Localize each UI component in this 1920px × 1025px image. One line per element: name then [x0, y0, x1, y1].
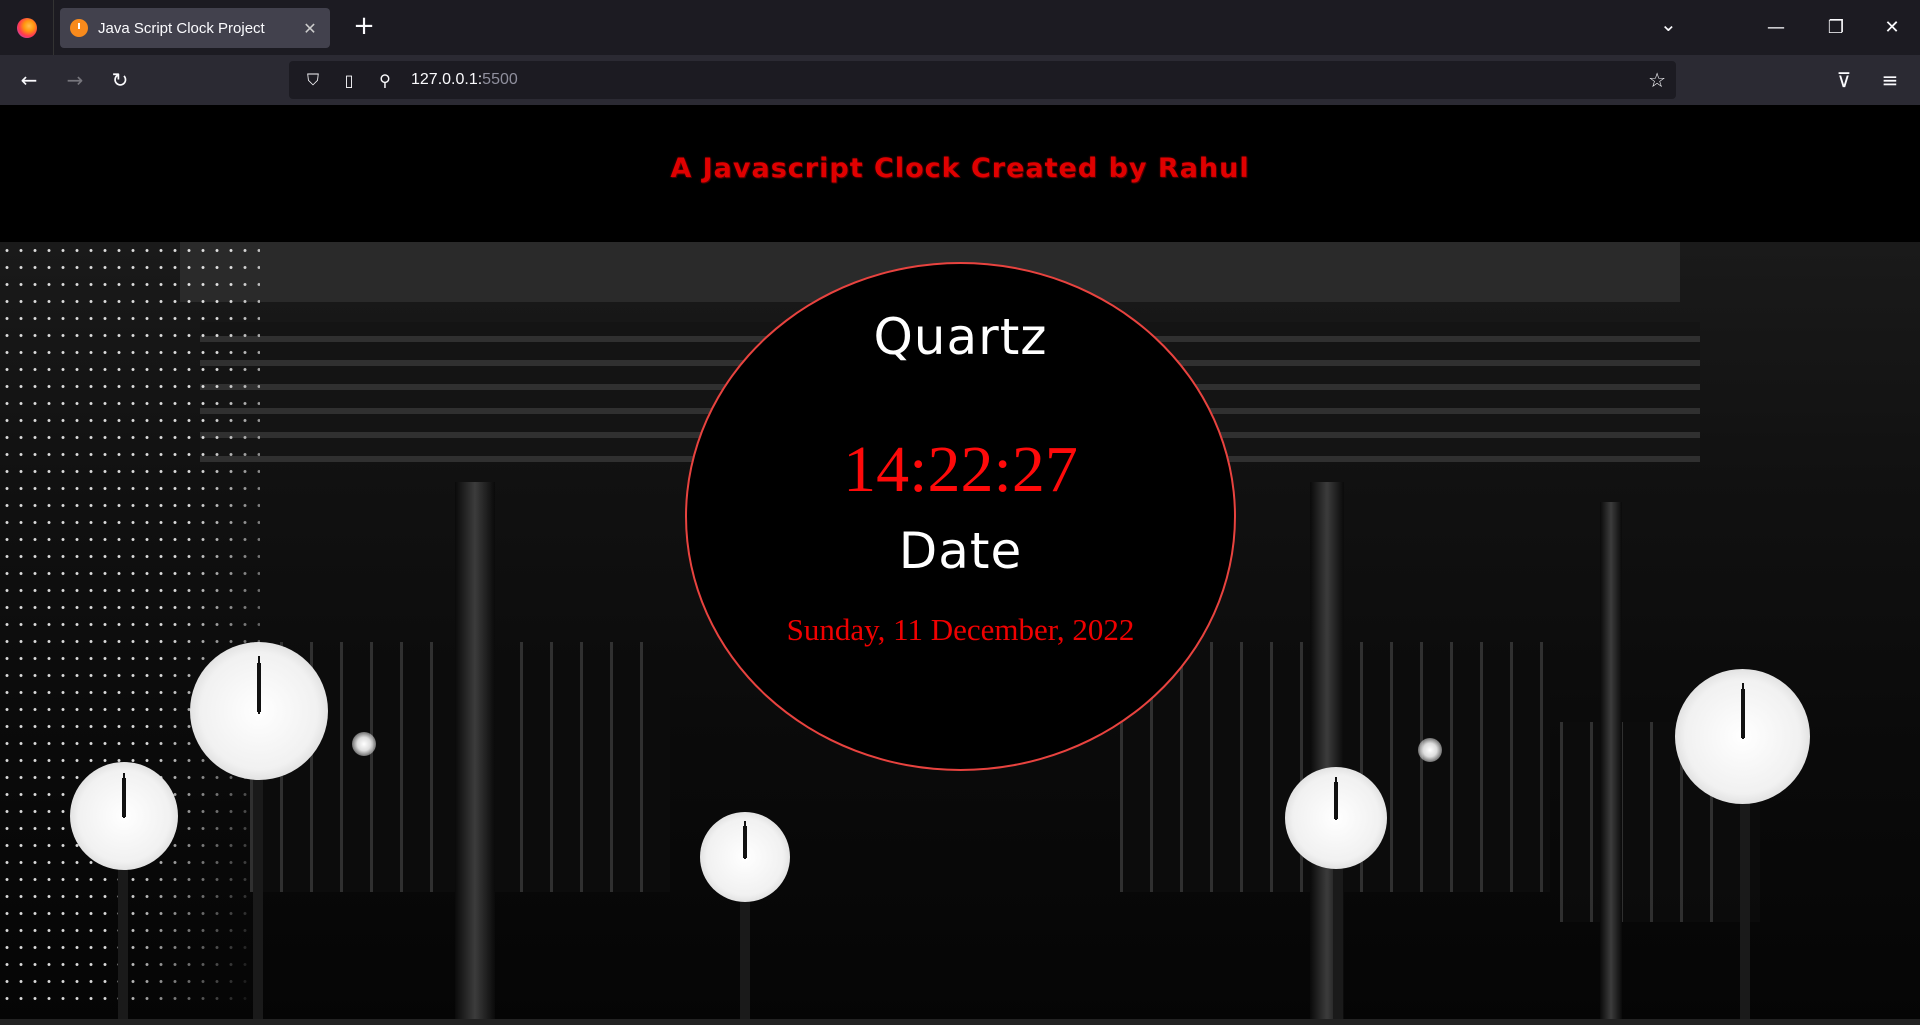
clock-favicon-icon [70, 19, 88, 37]
address-bar[interactable]: ⛉ ▯ ⚲ 127.0.0.1:5500 ☆ [289, 61, 1676, 99]
clock-circle: Quartz 14:22:27 Date Sunday, 11 December… [685, 262, 1236, 771]
bookmark-star-icon[interactable]: ☆ [1648, 68, 1666, 92]
menu-button[interactable]: ≡ [1873, 63, 1907, 97]
pocket-icon: ⊽ [1836, 68, 1852, 92]
firefox-icon [16, 17, 37, 38]
reload-button[interactable]: ↻ [103, 63, 137, 97]
string-lights [0, 242, 260, 1002]
tab-bar: Java Script Clock Project ✕ + ⌄ — ❐ ✕ [0, 0, 1920, 55]
page-icon: ▯ [344, 70, 354, 90]
restore-button[interactable]: ❐ [1808, 0, 1864, 55]
restore-icon: ❐ [1827, 17, 1845, 38]
forward-button[interactable]: → [58, 63, 92, 97]
reload-icon: ↻ [111, 68, 129, 92]
page-bottom-edge [0, 1019, 1920, 1025]
page-heading: A Javascript Clock Created by Rahul [670, 153, 1250, 184]
pillar [455, 482, 495, 1025]
lamp-light [352, 732, 376, 756]
url-host: 127.0.0.1: [411, 71, 483, 88]
date-label: Date [898, 522, 1023, 580]
street-clock [700, 812, 790, 902]
minimize-button[interactable]: — [1748, 0, 1804, 55]
minimize-icon: — [1767, 17, 1785, 38]
list-all-tabs-button[interactable]: ⌄ [1660, 12, 1677, 36]
street-clock [190, 642, 328, 780]
street-clock [1285, 767, 1387, 869]
street-clock [70, 762, 178, 870]
navigation-bar: ← → ↻ ⛉ ▯ ⚲ 127.0.0.1:5500 ☆ ⊽ ≡ [0, 55, 1920, 105]
lamp-light [1418, 738, 1442, 762]
arrow-left-icon: ← [20, 68, 38, 92]
hamburger-menu-icon: ≡ [1881, 68, 1899, 92]
street-clock [1675, 669, 1810, 804]
close-window-button[interactable]: ✕ [1864, 0, 1920, 55]
date-display: Sunday, 11 December, 2022 [786, 612, 1135, 647]
tab-title: Java Script Clock Project [98, 19, 265, 37]
shield-icon[interactable]: ⛉ [301, 68, 325, 92]
url-text[interactable]: 127.0.0.1:5500 [411, 71, 518, 89]
time-label: Quartz [873, 308, 1048, 366]
new-tab-button[interactable]: + [348, 11, 380, 43]
site-permissions-icon[interactable]: ⚲ [373, 68, 397, 92]
page-viewport: A Javascript Clock Created by Rahul Quar… [0, 105, 1920, 1025]
url-port: 5500 [482, 71, 518, 88]
chevron-down-icon: ⌄ [1660, 12, 1677, 36]
arrow-right-icon: → [66, 68, 84, 92]
pocket-button[interactable]: ⊽ [1827, 63, 1861, 97]
time-display: 14:22:27 [843, 433, 1078, 506]
back-button[interactable]: ← [12, 63, 46, 97]
browser-tab[interactable]: Java Script Clock Project ✕ [60, 8, 330, 48]
tab-close-button[interactable]: ✕ [300, 19, 320, 38]
close-icon: ✕ [1884, 17, 1900, 38]
firefox-view-button[interactable] [0, 0, 54, 55]
pillar [1600, 502, 1622, 1025]
